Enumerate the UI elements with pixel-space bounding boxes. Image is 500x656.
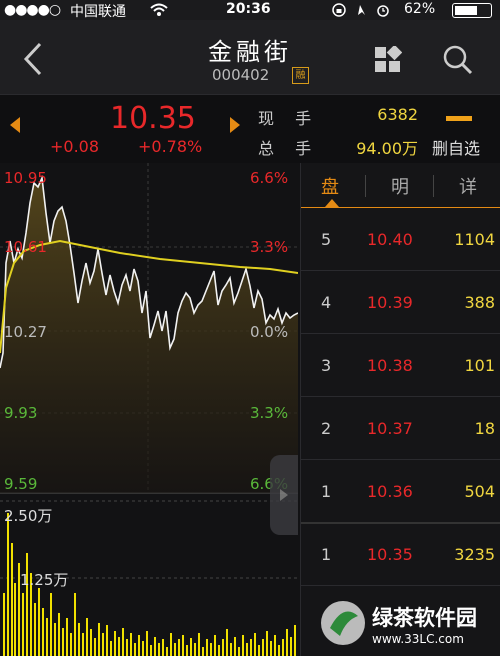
next-stock-icon[interactable] xyxy=(230,117,240,133)
intraday-chart[interactable]: 10.95 10.61 10.27 9.93 9.59 6.6% 3.3% 0.… xyxy=(0,163,298,656)
remove-watchlist-button[interactable]: 删自选 xyxy=(432,135,480,159)
now-hand-value: 6382 xyxy=(377,105,418,124)
watermark-url: www.33LC.com xyxy=(372,632,464,646)
search-icon[interactable] xyxy=(443,45,473,75)
status-bar: ●●●●○ 中国联通 20:36 62% xyxy=(0,0,500,20)
price-change: +0.08 xyxy=(50,137,100,156)
price-label-mid: 10.27 xyxy=(4,323,47,341)
battery-icon xyxy=(452,3,492,18)
tab-details[interactable]: 详 xyxy=(459,173,477,199)
signal-strength: ●●●●○ xyxy=(4,2,61,18)
order-book-row: 1 10.35 3235 xyxy=(301,523,500,586)
tab-orderbook[interactable]: 盘 xyxy=(321,173,339,199)
minus-icon[interactable] xyxy=(446,116,472,121)
status-icons xyxy=(332,3,389,17)
pct-label-lower: 3.3% xyxy=(250,404,289,422)
order-book-row: 3 10.38 101 xyxy=(301,334,500,397)
price-label-low: 9.59 xyxy=(4,475,38,493)
order-book-row: 2 10.37 18 xyxy=(301,397,500,460)
pct-label-mid: 0.0% xyxy=(250,323,289,341)
price-label-upper: 10.61 xyxy=(4,238,47,256)
order-book-row: 1 10.36 504 xyxy=(301,460,500,524)
collapse-panel-handle[interactable] xyxy=(270,455,298,535)
volume-label-mid: 1.25万 xyxy=(20,571,69,589)
stock-name: 金融街 xyxy=(208,38,292,66)
nav-header: 金融街 000402 融 xyxy=(0,20,500,94)
order-book-row: 5 10.40 1104 xyxy=(301,208,500,271)
watermark-name: 绿茶软件园 xyxy=(372,606,477,630)
stock-code: 000402 xyxy=(212,66,270,84)
now-hand-label: 现 手 xyxy=(258,109,320,128)
order-book-row: 4 10.39 388 xyxy=(301,271,500,334)
watermark-logo-icon xyxy=(321,601,365,645)
collapse-arrow-icon xyxy=(280,489,288,501)
clock: 20:36 xyxy=(226,1,271,17)
grid-menu-icon[interactable] xyxy=(374,46,402,74)
price-label-lower: 9.93 xyxy=(4,404,38,422)
carrier-name: 中国联通 xyxy=(70,4,126,20)
quote-panel: 10.35 +0.08 +0.78% 现 手 6382 总 手 94.00万 删… xyxy=(0,94,500,163)
pct-label-upper: 3.3% xyxy=(250,238,289,256)
active-tab-indicator-icon xyxy=(325,199,339,207)
volume-label-max: 2.50万 xyxy=(4,507,53,525)
battery-percent: 62% xyxy=(404,1,436,17)
wifi-icon xyxy=(150,3,168,16)
price-label-high: 10.95 xyxy=(4,169,47,187)
tab-trades[interactable]: 明 xyxy=(391,173,409,199)
price-change-percent: +0.78% xyxy=(138,137,203,156)
order-book-panel: 盘 明 详 5 10.40 1104 4 10.39 388 3 10.38 1… xyxy=(300,163,500,656)
pct-label-high: 6.6% xyxy=(250,169,289,187)
prev-stock-icon[interactable] xyxy=(10,117,20,133)
watermark: 绿茶软件园 www.33LC.com xyxy=(318,594,500,656)
margin-badge: 融 xyxy=(292,67,309,84)
total-hand-label: 总 手 xyxy=(258,139,320,158)
total-hand-value: 94.00万 xyxy=(356,139,418,158)
last-price: 10.35 xyxy=(110,101,196,136)
